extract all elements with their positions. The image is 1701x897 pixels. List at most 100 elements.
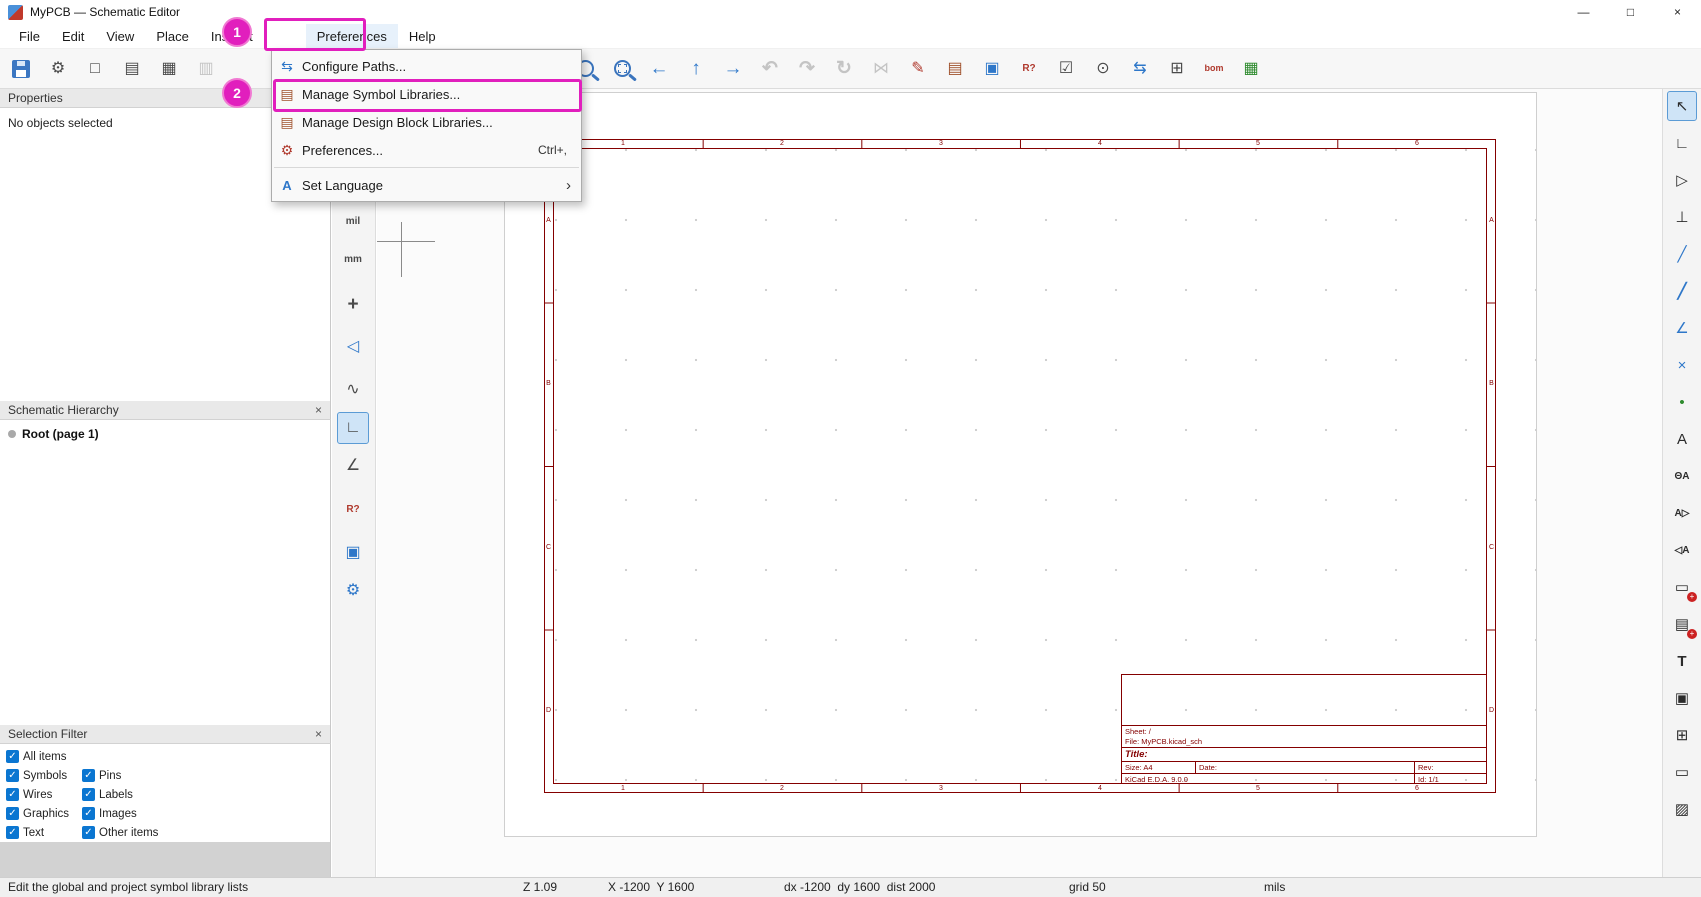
bom-button[interactable]: bom bbox=[1199, 54, 1229, 84]
page-settings-button[interactable]: □ bbox=[80, 54, 110, 84]
sheet-dot-icon bbox=[8, 430, 16, 438]
save-button[interactable] bbox=[6, 54, 36, 84]
symbol-fields-table-button[interactable]: ⊞ bbox=[1162, 54, 1192, 84]
wire-bus-entry-tool[interactable]: ∠ bbox=[1667, 313, 1697, 343]
plot-button[interactable]: ▦ bbox=[154, 54, 184, 84]
sheet-pin-tool[interactable]: ▤ bbox=[1667, 609, 1697, 639]
hidden-fields-button[interactable]: R? bbox=[337, 494, 369, 526]
menu-edit[interactable]: Edit bbox=[51, 24, 95, 48]
symbol-browser-button[interactable]: ▤ bbox=[940, 54, 970, 84]
menu-item-preferences[interactable]: ⚙ Preferences... Ctrl+, bbox=[272, 136, 581, 164]
free-angle-wires-button[interactable]: ∠ bbox=[337, 450, 369, 482]
schematic-canvas[interactable]: 1 2 3 4 5 6 1 2 3 4 5 6 A B C D A B C D … bbox=[377, 89, 1662, 877]
filter-label: All items bbox=[23, 750, 67, 763]
nav-forward-button[interactable]: → bbox=[718, 54, 748, 84]
hidden-pins-button[interactable]: ◁ bbox=[337, 331, 369, 363]
no-connect-tool[interactable]: × bbox=[1667, 350, 1697, 380]
schematic-setup-button[interactable]: ⚙ bbox=[43, 54, 73, 84]
hierarchical-sheet-tool[interactable]: ▭ bbox=[1667, 572, 1697, 602]
text-tool[interactable]: T bbox=[1667, 646, 1697, 676]
menu-item-set-language[interactable]: A Set Language › bbox=[272, 171, 581, 199]
hierarchy-close-icon[interactable]: × bbox=[315, 403, 322, 417]
hierarchical-label-tool[interactable]: ◁A bbox=[1667, 535, 1697, 565]
frame-row-label: C bbox=[545, 544, 552, 551]
hierarchy-browser-button[interactable]: ▣ bbox=[977, 54, 1007, 84]
filter-images[interactable]: Images bbox=[82, 804, 330, 823]
checkbox-checked-icon[interactable] bbox=[6, 750, 19, 763]
open-pcb-editor-button[interactable]: ▦ bbox=[1236, 54, 1266, 84]
checkbox-checked-icon[interactable] bbox=[82, 807, 95, 820]
zoom-to-selection-button[interactable] bbox=[607, 54, 637, 84]
nav-back-button[interactable]: ← bbox=[644, 54, 674, 84]
checkbox-checked-icon[interactable] bbox=[82, 769, 95, 782]
maximize-button[interactable]: □ bbox=[1607, 0, 1654, 24]
place-power-tool[interactable]: ⊥ bbox=[1667, 202, 1697, 232]
select-tool[interactable]: ↖ bbox=[1667, 91, 1697, 121]
annotation-highlight-preferences bbox=[264, 18, 366, 51]
menu-file[interactable]: File bbox=[8, 24, 51, 48]
filter-text[interactable]: Text bbox=[6, 823, 82, 842]
nav-up-button[interactable]: ↑ bbox=[681, 54, 711, 84]
filter-graphics[interactable]: Graphics bbox=[6, 804, 82, 823]
net-class-directive-tool[interactable]: ΘA bbox=[1667, 461, 1697, 491]
simulator-button[interactable]: ⊙ bbox=[1088, 54, 1118, 84]
print-button[interactable]: ▤ bbox=[117, 54, 147, 84]
menu-item-label: Set Language bbox=[302, 177, 383, 193]
rectangle-tool[interactable]: ▭ bbox=[1667, 757, 1697, 787]
erc-button[interactable]: ☑ bbox=[1051, 54, 1081, 84]
mm-units-button[interactable]: mm bbox=[337, 244, 369, 276]
annotate-button[interactable]: R? bbox=[1014, 54, 1044, 84]
symbol-editor-button[interactable]: ✎ bbox=[903, 54, 933, 84]
frame-column-label: 3 bbox=[939, 785, 943, 792]
title-block-size-row: Size: A4 Date: Rev: bbox=[1122, 761, 1486, 773]
hierarchy-root-item[interactable]: Root (page 1) bbox=[0, 420, 330, 448]
mirror-button[interactable]: ⋈ bbox=[866, 54, 896, 84]
highlight-net-tool[interactable]: ∟ bbox=[1667, 128, 1697, 158]
hv-wires-button[interactable]: ∟ bbox=[337, 412, 369, 444]
filter-symbols[interactable]: Symbols bbox=[6, 766, 82, 785]
textbox-tool[interactable]: ▣ bbox=[1667, 683, 1697, 713]
image-tool[interactable]: ▨ bbox=[1667, 794, 1697, 824]
draw-wire-tool[interactable]: ╱ bbox=[1667, 239, 1697, 269]
filter-all-items[interactable]: All items bbox=[6, 747, 82, 766]
checkbox-checked-icon[interactable] bbox=[6, 788, 19, 801]
junction-tool[interactable]: • bbox=[1667, 387, 1697, 417]
draw-bus-tool[interactable]: ╱ bbox=[1667, 276, 1697, 306]
filter-labels[interactable]: Labels bbox=[82, 785, 330, 804]
checkbox-checked-icon[interactable] bbox=[6, 826, 19, 839]
redo-button[interactable]: ↷ bbox=[792, 54, 822, 84]
properties-manager-button[interactable]: ⚙ bbox=[337, 575, 369, 607]
menu-view[interactable]: View bbox=[95, 24, 145, 48]
menu-place[interactable]: Place bbox=[145, 24, 200, 48]
place-symbol-tool[interactable]: ▷ bbox=[1667, 165, 1697, 195]
filter-other-items[interactable]: Other items bbox=[82, 823, 330, 842]
sim-operating-points-button[interactable]: ∿ bbox=[337, 374, 369, 406]
minimize-button[interactable]: — bbox=[1560, 0, 1607, 24]
net-label-tool[interactable]: A bbox=[1667, 424, 1697, 454]
menu-separator bbox=[274, 167, 579, 168]
assign-footprints-button[interactable]: ⇆ bbox=[1125, 54, 1155, 84]
close-button[interactable]: × bbox=[1654, 0, 1701, 24]
menu-bar: File Edit View Place Inspect Preferences… bbox=[0, 24, 1701, 49]
filter-wires[interactable]: Wires bbox=[6, 785, 82, 804]
frame-row-label: B bbox=[546, 380, 551, 387]
checkbox-checked-icon[interactable] bbox=[6, 769, 19, 782]
global-label-tool[interactable]: A▷ bbox=[1667, 498, 1697, 528]
paste-button[interactable]: ▥ bbox=[191, 54, 221, 84]
table-tool[interactable]: ⊞ bbox=[1667, 720, 1697, 750]
mil-units-button[interactable]: mil bbox=[337, 206, 369, 238]
checkbox-checked-icon[interactable] bbox=[82, 788, 95, 801]
hierarchy-navigator-button[interactable]: ▣ bbox=[337, 537, 369, 569]
selection-filter-close-icon[interactable]: × bbox=[315, 727, 322, 741]
crosshair-style-button[interactable]: + bbox=[337, 288, 369, 320]
checkbox-checked-icon[interactable] bbox=[6, 807, 19, 820]
selection-filter-title: Selection Filter bbox=[8, 727, 88, 741]
filter-pins[interactable]: Pins bbox=[82, 766, 330, 785]
menu-item-configure-paths[interactable]: ⇆ Configure Paths... bbox=[272, 52, 581, 80]
rotate-button[interactable]: ↻ bbox=[829, 54, 859, 84]
menu-item-manage-design-block-libraries[interactable]: ▤ Manage Design Block Libraries... bbox=[272, 108, 581, 136]
undo-button[interactable]: ↶ bbox=[755, 54, 785, 84]
angled-wire-icon: ∠ bbox=[345, 457, 361, 474]
menu-help[interactable]: Help bbox=[398, 24, 447, 48]
checkbox-checked-icon[interactable] bbox=[82, 826, 95, 839]
